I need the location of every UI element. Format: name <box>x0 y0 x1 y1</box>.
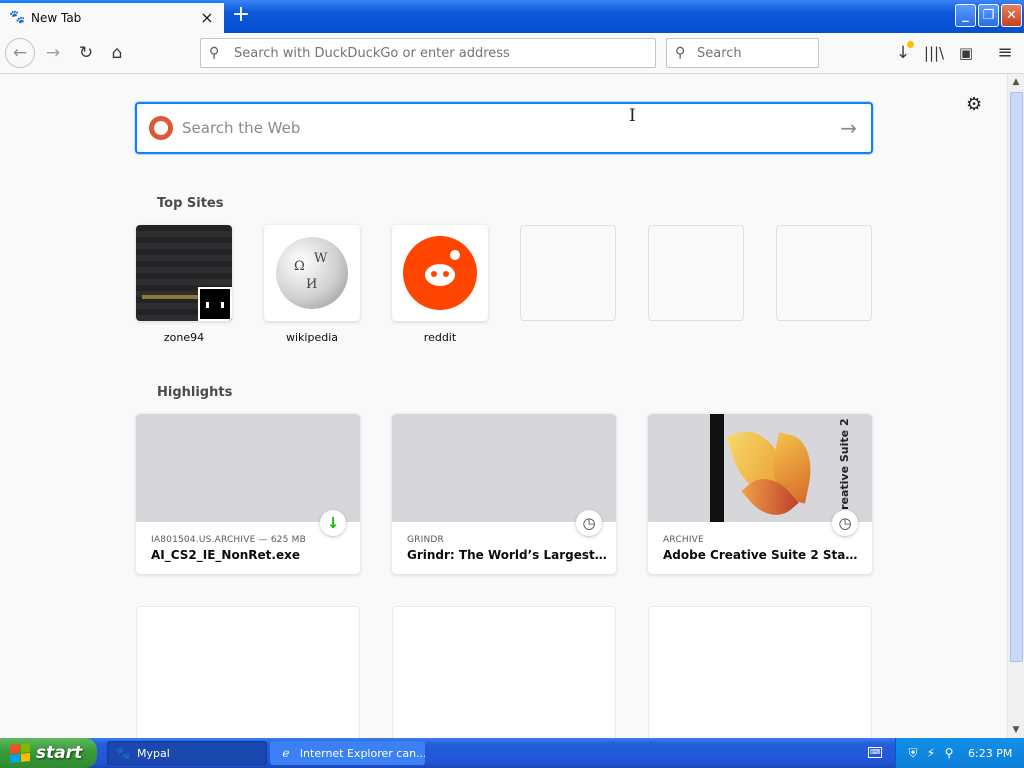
close-tab-icon[interactable]: × <box>200 10 214 26</box>
system-tray: ⛨ ⚡ ⚲ 6:23 PM <box>895 738 1024 768</box>
card-context: ARCHIVE <box>663 535 704 545</box>
empty-highlight-card <box>392 606 616 738</box>
empty-highlight-card <box>136 606 360 738</box>
card-context: IA801504.US.ARCHIVE — 625 MB <box>151 535 307 545</box>
highlight-card[interactable]: Creative Suite 2 ◷ ARCHIVE Adobe Creativ… <box>648 414 872 574</box>
home-button[interactable]: ⌂ <box>103 39 131 67</box>
close-window-button[interactable]: ✕ <box>1001 4 1022 27</box>
card-title: AI_CS2_IE_NonRet.exe <box>151 548 300 562</box>
tab-strip: 🐾 New Tab × + _ ❐ ✕ <box>0 0 1024 33</box>
card-context: GRINDR <box>407 535 444 545</box>
card-title: Adobe Creative Suite 2 Standard Edition <box>663 548 863 562</box>
new-tab-page: ⚙ Search the Web → I Top Sites zone94 ΩW… <box>0 74 1007 738</box>
windows-logo-icon <box>10 742 30 764</box>
highlights-heading: Highlights <box>157 385 233 400</box>
empty-tile <box>648 225 744 321</box>
scrollbar-thumb[interactable] <box>1010 92 1023 662</box>
top-site-reddit[interactable]: reddit <box>392 225 488 344</box>
web-search-box[interactable]: Search the Web → <box>135 102 873 154</box>
search-bar[interactable]: ⚲ Search <box>666 38 819 68</box>
highlight-card[interactable]: ↓ IA801504.US.ARCHIVE — 625 MB AI_CS2_IE… <box>136 414 360 574</box>
mypal-icon: 🐾 <box>9 10 26 25</box>
browser-window: 🐾 New Tab × + _ ❐ ✕ ← → ↻ ⌂ ⚲ Search wit… <box>0 0 1024 738</box>
taskbar-item-mypal[interactable]: 🐾 Mypal <box>107 741 267 765</box>
taskbar: start 🐾 Mypal ℯ Internet Explorer can...… <box>0 738 1024 768</box>
taskbar-item-internet-explorer[interactable]: ℯ Internet Explorer can... <box>270 741 425 765</box>
new-tab-button[interactable]: + <box>230 4 252 28</box>
start-button[interactable]: start <box>0 738 97 768</box>
address-bar[interactable]: ⚲ Search with DuckDuckGo or enter addres… <box>200 38 656 68</box>
empty-tile <box>776 225 872 321</box>
start-label: start <box>36 743 83 763</box>
maximize-button[interactable]: ❐ <box>978 4 999 27</box>
search-icon[interactable]: ⚲ <box>940 746 958 760</box>
tab-title: New Tab <box>31 11 82 25</box>
minimize-button[interactable]: _ <box>955 4 976 27</box>
search-placeholder: Search <box>697 45 742 61</box>
wikipedia-icon: ΩWИ <box>264 225 360 321</box>
clock-icon: ◷ <box>832 510 858 536</box>
mypal-icon: 🐾 <box>115 746 131 760</box>
clock: 6:23 PM <box>968 746 1013 760</box>
card-thumbnail <box>392 414 616 522</box>
download-indicator-dot <box>907 41 914 48</box>
top-site-label: wikipedia <box>285 331 338 344</box>
tab-new-tab[interactable]: 🐾 New Tab × <box>0 1 224 33</box>
taskbar-item-label: Internet Explorer can... <box>299 746 425 760</box>
gear-icon[interactable]: ⚙ <box>966 94 982 115</box>
network-icon[interactable]: ⚡ <box>922 746 940 760</box>
top-site-label: zone94 <box>163 331 205 344</box>
top-site-label: reddit <box>423 331 457 344</box>
card-thumbnail <box>136 414 360 522</box>
top-site-wikipedia[interactable]: ΩWИ wikipedia <box>264 225 360 344</box>
top-site-empty[interactable] <box>520 225 616 321</box>
vertical-scrollbar[interactable]: ▲ ▼ <box>1007 74 1024 738</box>
empty-highlight-card <box>648 606 872 738</box>
reload-button[interactable]: ↻ <box>72 39 100 67</box>
clock-icon: ◷ <box>576 510 602 536</box>
text-cursor-icon: I <box>629 106 636 126</box>
card-title: Grindr: The World’s Largest Social Netwo… <box>407 548 607 562</box>
downloads-button[interactable]: ↓ <box>889 39 917 67</box>
reddit-icon <box>392 225 488 321</box>
empty-tile <box>520 225 616 321</box>
arrow-right-icon[interactable]: → <box>840 116 857 140</box>
taskbar-item-label: Mypal <box>137 746 170 760</box>
top-site-empty[interactable] <box>648 225 744 321</box>
scroll-down-icon[interactable]: ▼ <box>1008 722 1024 738</box>
library-button[interactable]: |||\ <box>920 39 948 67</box>
creative-suite-thumbnail: Creative Suite 2 <box>648 414 872 527</box>
hamburger-menu-button[interactable]: ≡ <box>991 39 1019 67</box>
search-icon: ⚲ <box>675 45 686 61</box>
search-icon: ⚲ <box>209 45 220 61</box>
ie-icon: ℯ <box>282 746 290 760</box>
zone94-thumbnail <box>136 225 232 321</box>
forward-button[interactable]: → <box>39 39 67 67</box>
shield-icon[interactable]: ⛨ <box>904 746 922 761</box>
duckduckgo-icon <box>149 116 173 140</box>
web-search-placeholder: Search the Web <box>182 119 301 137</box>
keyboard-icon[interactable]: ⌨ <box>868 747 882 758</box>
navigation-toolbar: ← → ↻ ⌂ ⚲ Search with DuckDuckGo or ente… <box>0 33 1024 74</box>
top-sites-heading: Top Sites <box>157 196 224 211</box>
zone94-icon <box>198 287 232 321</box>
download-icon: ↓ <box>320 510 346 536</box>
scroll-up-icon[interactable]: ▲ <box>1008 74 1024 90</box>
highlight-card[interactable]: ◷ GRINDR Grindr: The World’s Largest Soc… <box>392 414 616 574</box>
address-placeholder: Search with DuckDuckGo or enter address <box>234 45 510 61</box>
creative-suite-logo: Creative Suite 2 <box>838 418 851 518</box>
top-site-zone94[interactable]: zone94 <box>136 225 232 344</box>
back-button[interactable]: ← <box>5 38 35 68</box>
top-site-empty[interactable] <box>776 225 872 321</box>
sidebar-button[interactable]: ▣ <box>952 39 980 67</box>
